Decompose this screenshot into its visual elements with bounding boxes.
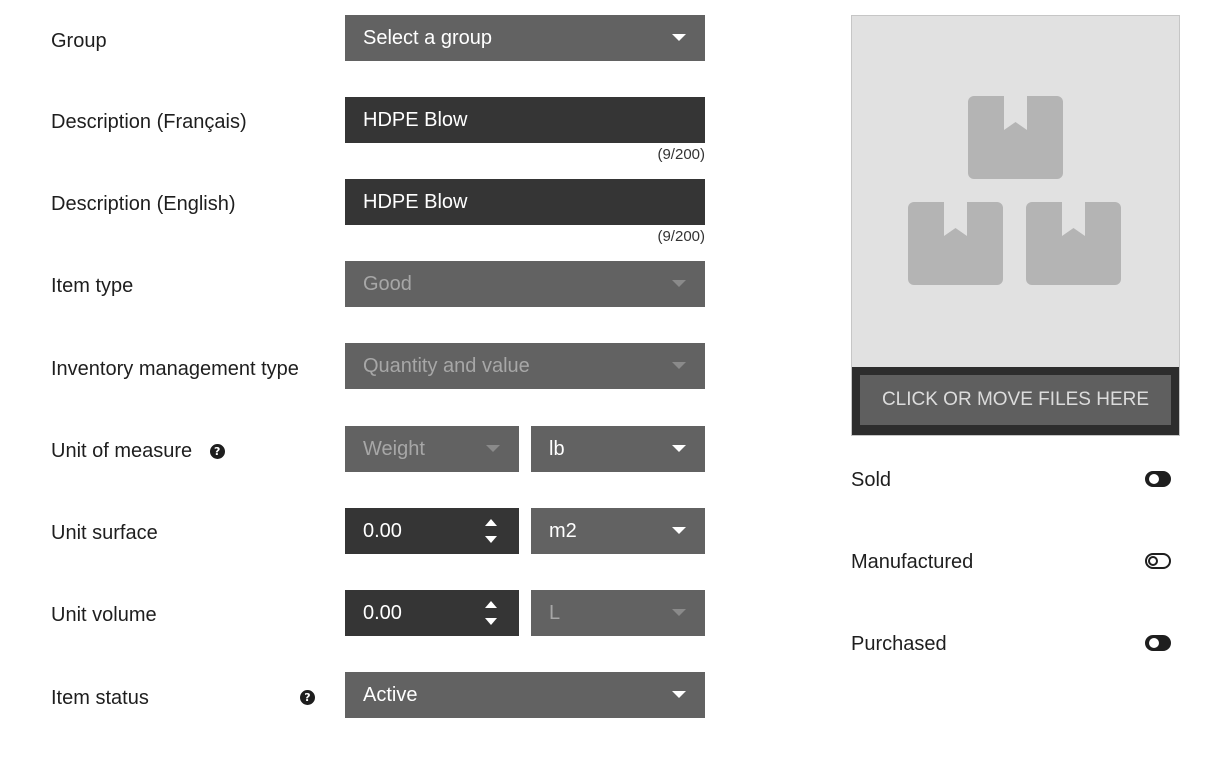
chevron-down-icon	[672, 527, 686, 534]
help-icon[interactable]: ?	[300, 690, 315, 705]
unit-value: lb	[549, 438, 565, 460]
upload-bar: CLICK OR MOVE FILES HERE	[852, 367, 1179, 435]
item-type-label: Item type	[51, 275, 134, 297]
item-type-select: Good	[345, 261, 705, 307]
inventory-type-select: Quantity and value	[345, 343, 705, 389]
toggle-manufactured[interactable]	[1145, 553, 1171, 569]
chevron-down-icon	[672, 34, 686, 41]
item-status-label: Item status	[51, 687, 149, 709]
unit-category-select: Weight	[345, 426, 519, 472]
toggle-manufactured-label: Manufactured	[851, 551, 974, 573]
toggle-sold-label: Sold	[851, 469, 892, 491]
toggle-purchased-label: Purchased	[851, 633, 947, 655]
description-fr-counter: (9/200)	[657, 146, 705, 163]
group-label: Group	[51, 30, 107, 52]
description-en-input[interactable]: HDPE Blow	[345, 179, 705, 225]
group-select[interactable]: Select a group	[345, 15, 705, 61]
unit-volume-label: Unit volume	[51, 604, 157, 626]
chevron-down-icon	[672, 362, 686, 369]
item-type-value: Good	[363, 273, 412, 295]
chevron-down-icon	[672, 445, 686, 452]
toggle-sold[interactable]	[1145, 471, 1171, 487]
unit-of-measure-text: Unit of measure	[51, 440, 193, 462]
unit-volume-input[interactable]: 0.00	[345, 590, 519, 636]
unit-select[interactable]: lb	[531, 426, 705, 472]
description-fr-label: Description (Français)	[51, 111, 247, 133]
chevron-down-icon	[486, 445, 500, 452]
stepper-icon[interactable]	[485, 519, 497, 543]
upload-button[interactable]: CLICK OR MOVE FILES HERE	[860, 375, 1171, 425]
description-en-counter: (9/200)	[657, 228, 705, 245]
inventory-type-label: Inventory management type	[51, 358, 299, 380]
unit-volume-value: 0.00	[363, 602, 402, 624]
toggle-purchased[interactable]	[1145, 635, 1171, 651]
stepper-icon[interactable]	[485, 601, 497, 625]
chevron-down-icon	[672, 691, 686, 698]
image-dropzone[interactable]: CLICK OR MOVE FILES HERE	[851, 15, 1180, 436]
surface-unit-value: m2	[549, 520, 577, 542]
volume-unit-select: L	[531, 590, 705, 636]
group-select-value: Select a group	[363, 27, 492, 49]
chevron-down-icon	[672, 609, 686, 616]
surface-unit-select[interactable]: m2	[531, 508, 705, 554]
item-status-select[interactable]: Active	[345, 672, 705, 718]
unit-of-measure-label: Unit of measure ?	[51, 439, 225, 463]
help-icon[interactable]: ?	[209, 444, 225, 459]
volume-unit-value: L	[549, 602, 561, 624]
unit-surface-value: 0.00	[363, 520, 402, 542]
description-en-label: Description (English)	[51, 193, 236, 215]
chevron-down-icon	[672, 280, 686, 287]
item-status-value: Active	[363, 684, 418, 706]
description-fr-input[interactable]: HDPE Blow	[345, 97, 705, 143]
boxes-icon	[908, 96, 1121, 285]
inventory-type-value: Quantity and value	[363, 355, 530, 377]
unit-surface-label: Unit surface	[51, 522, 158, 544]
description-fr-value: HDPE Blow	[363, 109, 468, 131]
description-en-value: HDPE Blow	[363, 191, 468, 213]
unit-category-value: Weight	[363, 438, 425, 460]
unit-surface-input[interactable]: 0.00	[345, 508, 519, 554]
